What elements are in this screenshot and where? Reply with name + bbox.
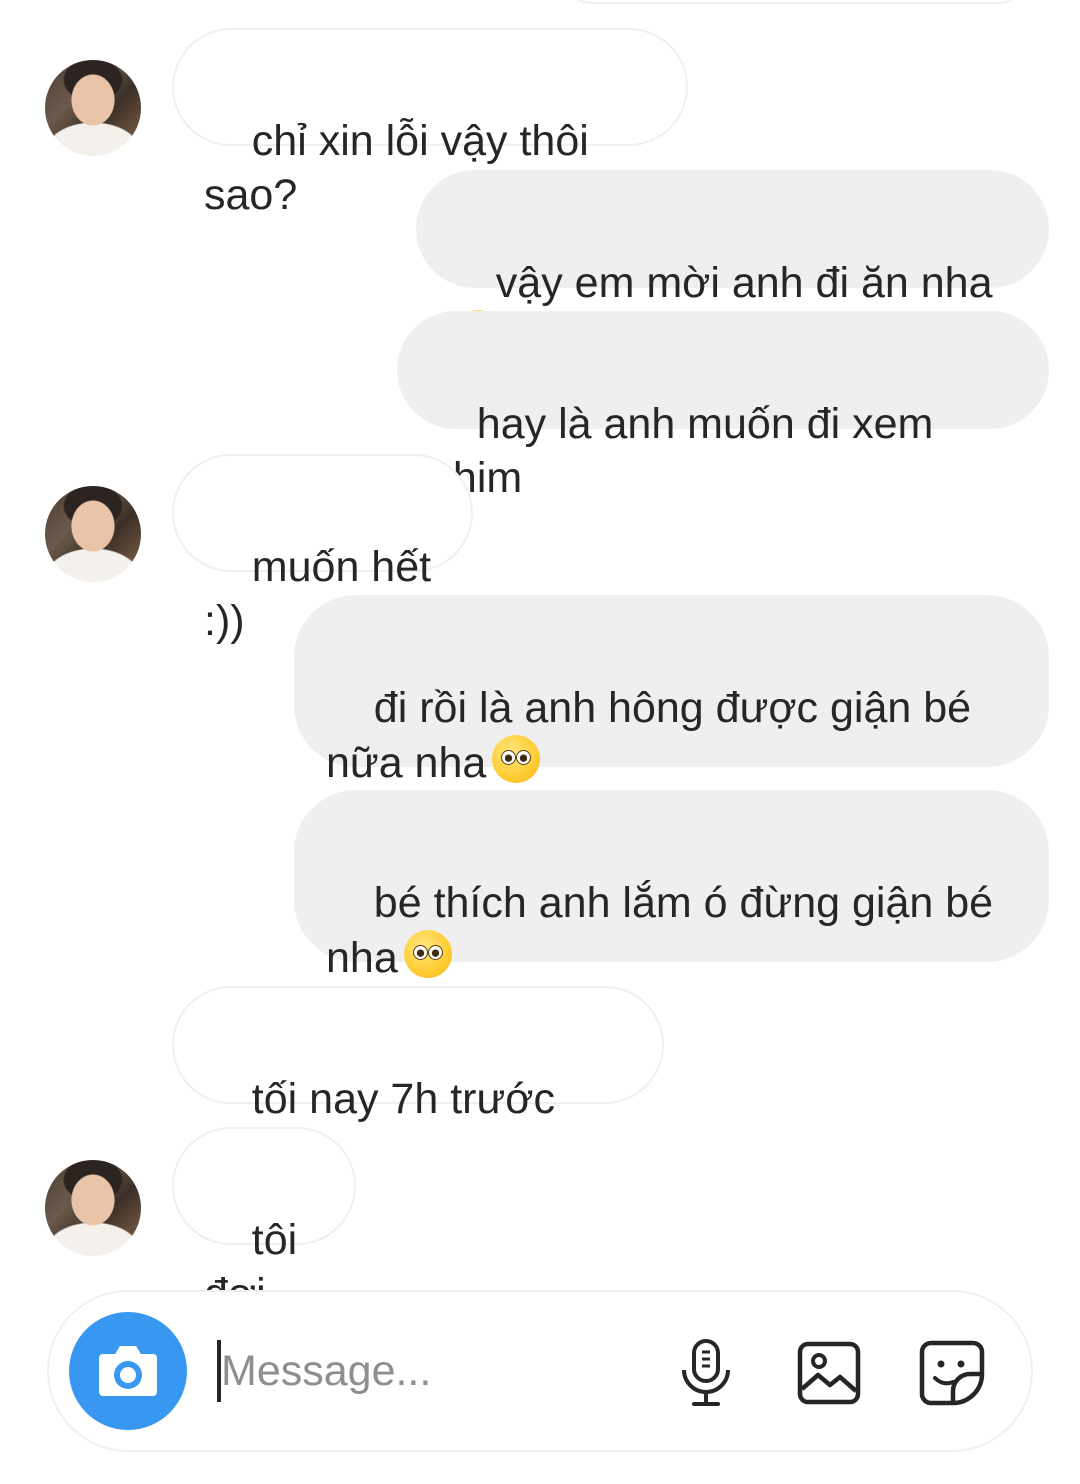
sticker-button[interactable] [917,1338,987,1408]
pleading-face-emoji-icon [403,930,452,978]
previous-message-bubble [560,0,1030,4]
sent-message: bé thích anh lắm ó đừng giận bé nha [294,790,1049,982]
contact-avatar[interactable] [45,486,141,582]
camera-button[interactable] [69,1312,187,1430]
message-text: vậy em mời anh đi ăn nha [495,259,993,307]
pleading-face-emoji-icon [492,735,541,783]
microphone-button[interactable] [671,1338,741,1408]
message-input[interactable] [221,1336,661,1406]
message-text: đi rồi là anh hông được giận bé nữa nha [326,684,972,787]
received-message: chỉ xin lỗi vậy thôi sao? [172,28,688,219]
gallery-button[interactable] [794,1338,864,1408]
image-icon [797,1341,861,1405]
sent-message: vậy em mời anh đi ăn nha [416,170,1049,358]
sent-message: đi rồi là anh hông được giận bé nữa nha [294,595,1049,787]
sent-message: hay là anh muốn đi xem phim [397,311,1049,502]
camera-icon [99,1346,157,1396]
message-composer [47,1290,1033,1452]
chat-screen: chỉ xin lỗi vậy thôi sao? vậy em mời anh… [0,0,1080,1484]
received-message: tối nay 7h trước cổng [172,986,664,1177]
received-message: muốn hết :)) [172,454,473,645]
contact-avatar[interactable] [45,1160,141,1256]
sticker-icon [919,1340,985,1406]
microphone-icon [682,1339,730,1406]
contact-avatar[interactable] [45,60,141,156]
message-text: hay là anh muốn đi xem phim [429,400,946,502]
received-message: tôi đợi [172,1127,356,1318]
